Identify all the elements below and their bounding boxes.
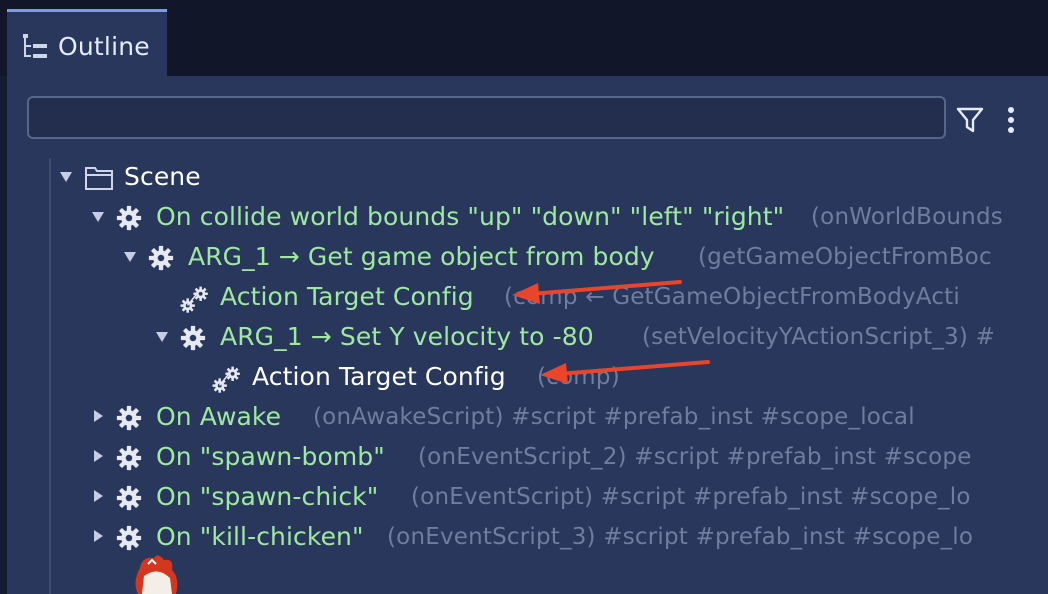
tree-item-script[interactable]: On collide world bounds "up" "down" "lef…	[51, 198, 1048, 238]
expand-arrow-icon[interactable]	[156, 332, 168, 342]
tree-item-component[interactable]: Action Target Config (comp)	[51, 358, 1048, 398]
gear-icon	[116, 405, 142, 431]
tree-item-script[interactable]: On "spawn-chick" (onEventScript) #script…	[51, 478, 1048, 518]
gear-icon	[180, 325, 206, 351]
tree-item-script[interactable]: On "kill-chicken" (onEventScript_3) #scr…	[51, 518, 1048, 558]
more-options-icon[interactable]	[1005, 105, 1017, 135]
tree-item-label: ARG_1 → Set Y velocity to -80	[220, 322, 594, 351]
tree-item-label: Scene	[124, 162, 201, 191]
tree-item-meta: (onEventScript) #script #prefab_inst #sc…	[411, 484, 971, 510]
gear-icon	[148, 245, 174, 271]
folder-icon	[85, 167, 113, 190]
tab-bar: Outline	[0, 0, 1048, 77]
tab-outline[interactable]: Outline	[7, 9, 167, 77]
tree-item-script[interactable]: ARG_1 → Get game object from body (getGa…	[51, 238, 1048, 278]
tree-item-scene[interactable]: Scene	[51, 158, 1048, 198]
tree-item-label: On "spawn-chick"	[156, 482, 379, 511]
outline-tree-icon	[23, 34, 47, 58]
expand-arrow-icon[interactable]	[94, 450, 103, 462]
tree-item-meta: (onWorldBounds	[811, 204, 1003, 230]
tree-item-meta: (comp ← GetGameObjectFromBodyActi	[504, 284, 960, 310]
outline-panel: Scene On collide world bounds "up" "down…	[7, 76, 1048, 594]
gear-icon	[116, 485, 142, 511]
tree-item-label: On "kill-chicken"	[156, 522, 364, 551]
tree-item-component[interactable]: Action Target Config (comp ← GetGameObje…	[51, 278, 1048, 318]
expand-arrow-icon[interactable]	[92, 212, 104, 222]
expand-arrow-icon[interactable]	[124, 252, 136, 262]
tree-item-meta: (setVelocityYActionScript_3) #	[642, 324, 996, 350]
tab-outline-label: Outline	[58, 32, 150, 61]
gears-icon	[180, 285, 208, 313]
tree-item-script[interactable]: ARG_1 → Set Y velocity to -80 (setVeloci…	[51, 318, 1048, 358]
expand-arrow-icon[interactable]	[60, 172, 72, 182]
tree-item-meta: (comp)	[537, 364, 620, 390]
expand-arrow-icon[interactable]	[94, 530, 103, 542]
expand-arrow-icon[interactable]	[94, 490, 103, 502]
tree-item-label: Action Target Config	[220, 282, 474, 311]
tree-item-meta: (onEventScript_2) #script #prefab_inst #…	[418, 444, 972, 470]
filter-icon[interactable]	[955, 105, 985, 135]
tree-item-meta: (getGameObjectFromBoc	[698, 244, 992, 270]
tree-item-label: On "spawn-bomb"	[156, 442, 385, 471]
expand-arrow-icon[interactable]	[94, 410, 103, 422]
tree-item-meta: (onAwakeScript) #script #prefab_inst #sc…	[313, 404, 915, 430]
gear-icon	[116, 525, 142, 551]
tree-item-label: Action Target Config	[252, 362, 506, 391]
chicken-sprite-icon	[135, 555, 178, 594]
tree-item-script[interactable]: On Awake (onAwakeScript) #script #prefab…	[51, 398, 1048, 438]
search-input[interactable]	[27, 96, 946, 139]
tree-item-label: On Awake	[156, 402, 282, 431]
tree-item-label: ARG_1 → Get game object from body	[188, 242, 655, 271]
tree-item-label: On collide world bounds "up" "down" "lef…	[156, 202, 785, 231]
tree-item-meta: (onEventScript_3) #script #prefab_inst #…	[387, 524, 974, 550]
tree-item-script[interactable]: On "spawn-bomb" (onEventScript_2) #scrip…	[51, 438, 1048, 478]
gear-icon	[116, 205, 142, 231]
outline-tree: Scene On collide world bounds "up" "down…	[49, 158, 1048, 594]
gears-icon	[212, 365, 240, 393]
gear-icon	[116, 445, 142, 471]
